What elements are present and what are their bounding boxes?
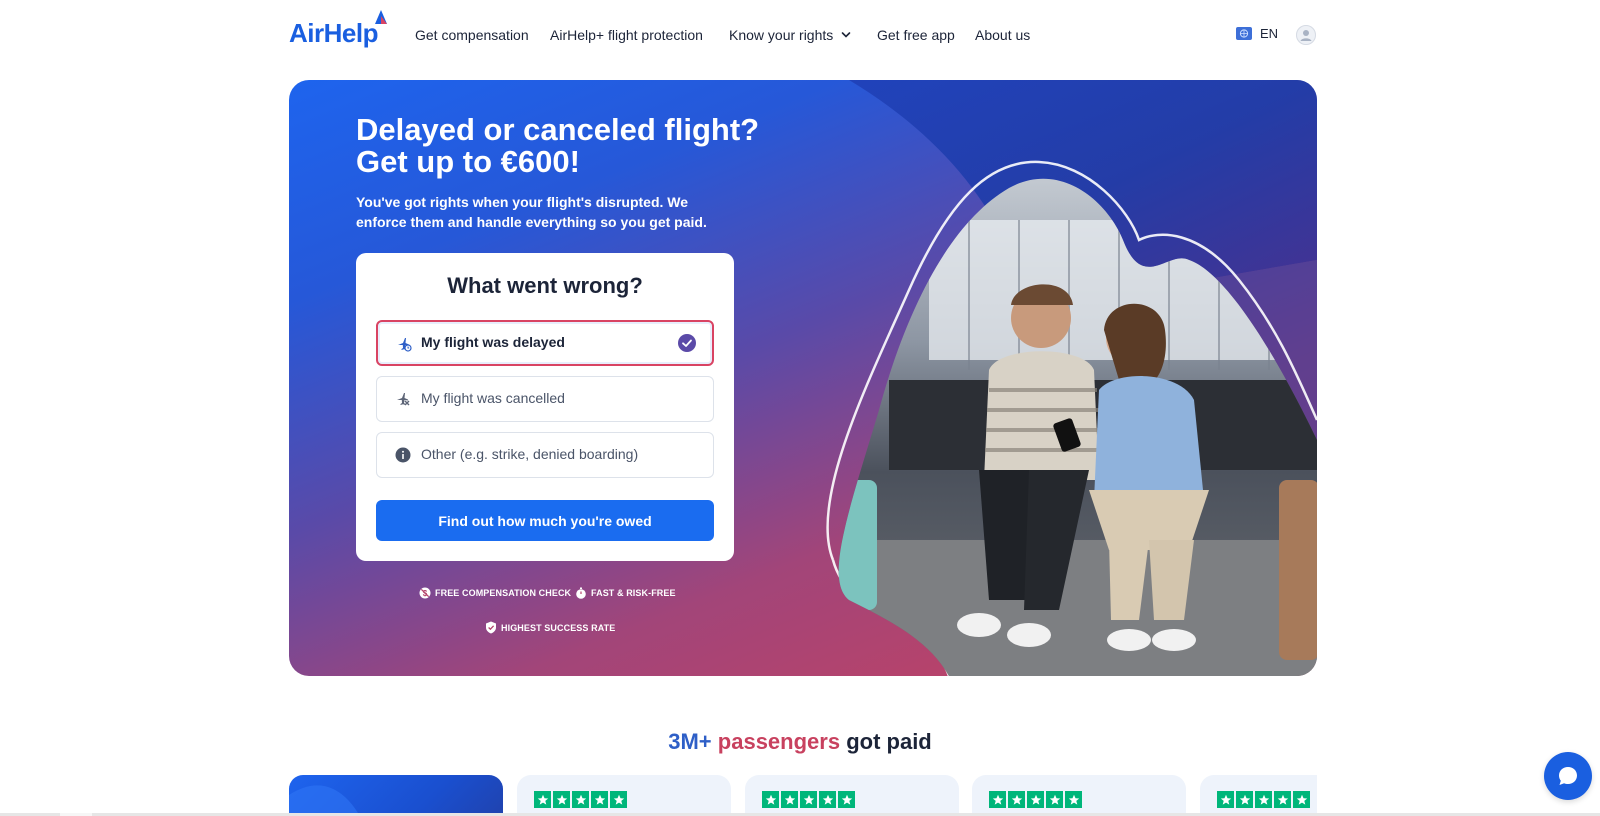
check-circle-icon	[678, 334, 696, 352]
find-out-owed-button[interactable]: Find out how much you're owed	[376, 500, 714, 541]
badge-fast-risk-free: FAST & RISK-FREE	[575, 587, 676, 599]
trustpilot-stars	[989, 791, 1082, 808]
nav-know-your-rights[interactable]: Know your rights	[729, 25, 833, 45]
chat-button[interactable]	[1544, 752, 1592, 800]
star-icon	[1008, 791, 1025, 808]
star-icon	[1046, 791, 1063, 808]
option-other[interactable]: Other (e.g. strike, denied boarding)	[376, 432, 714, 478]
star-icon	[838, 791, 855, 808]
badge-label: HIGHEST SUCCESS RATE	[501, 622, 616, 633]
chat-bubble-icon	[1559, 767, 1577, 785]
user-icon	[1296, 25, 1316, 45]
star-icon	[1255, 791, 1272, 808]
language-selector[interactable]: EN	[1236, 26, 1278, 41]
hero-title-line1: Delayed or canceled flight?	[356, 112, 760, 147]
logo-wordmark: AirHelp	[289, 18, 378, 48]
star-icon	[610, 791, 627, 808]
option-label: My flight was cancelled	[421, 390, 565, 406]
star-icon	[534, 791, 551, 808]
option-flight-cancelled[interactable]: My flight was cancelled	[376, 376, 714, 422]
badge-free-check: $ FREE COMPENSATION CHECK	[419, 587, 571, 599]
star-icon	[1293, 791, 1310, 808]
star-icon	[1236, 791, 1253, 808]
star-icon	[762, 791, 779, 808]
review-card[interactable]	[1200, 775, 1317, 816]
hero-title-line2: Get up to €600!	[356, 144, 580, 179]
star-icon	[989, 791, 1006, 808]
nav-about-us[interactable]: About us	[975, 25, 1030, 45]
review-card[interactable]	[972, 775, 1186, 816]
info-icon	[395, 447, 411, 463]
review-card[interactable]	[517, 775, 731, 816]
logo-sail-icon	[375, 10, 387, 24]
star-icon	[800, 791, 817, 808]
chevron-down-icon[interactable]	[840, 29, 852, 41]
star-icon	[1065, 791, 1082, 808]
plane-delay-icon	[398, 338, 412, 352]
user-account-button[interactable]	[1296, 25, 1316, 45]
heading-count: 3M+	[668, 729, 712, 754]
nav-get-compensation[interactable]: Get compensation	[415, 25, 529, 45]
airhelp-logo[interactable]: AirHelp	[289, 10, 387, 48]
option-label: Other (e.g. strike, denied boarding)	[421, 446, 639, 462]
trustpilot-stars	[534, 791, 627, 808]
review-card-feature[interactable]	[289, 775, 503, 816]
heading-passengers: passengers	[717, 729, 841, 754]
claim-form-card: What went wrong? My flight was delayed M…	[356, 253, 734, 561]
badge-success-rate: HIGHEST SUCCESS RATE	[485, 621, 615, 634]
hero-subtitle: You've got rights when your flight's dis…	[356, 194, 707, 230]
globe-flag-icon	[1236, 27, 1252, 40]
star-icon	[781, 791, 798, 808]
review-card[interactable]	[745, 775, 959, 816]
hero-title: Delayed or canceled flight? Get up to €6…	[356, 114, 759, 178]
heading-got-paid: got paid	[846, 729, 932, 754]
stopwatch-icon	[576, 587, 586, 599]
trustpilot-stars	[1217, 791, 1310, 808]
star-icon	[591, 791, 608, 808]
nav-get-free-app[interactable]: Get free app	[877, 25, 955, 45]
card-decoration	[289, 785, 360, 816]
star-icon	[1217, 791, 1234, 808]
site-header: AirHelp Get compensation AirHelp+ flight…	[0, 0, 1600, 72]
star-icon	[1027, 791, 1044, 808]
option-label: My flight was delayed	[421, 334, 565, 350]
badge-label: FAST & RISK-FREE	[591, 588, 676, 598]
language-code: EN	[1260, 26, 1279, 41]
star-icon	[572, 791, 589, 808]
option-flight-delayed[interactable]: My flight was delayed	[376, 320, 714, 366]
card-title: What went wrong?	[447, 273, 643, 298]
star-icon	[553, 791, 570, 808]
no-fee-icon: $	[419, 587, 431, 599]
trustpilot-stars	[762, 791, 855, 808]
shield-check-icon	[486, 621, 496, 634]
star-icon	[819, 791, 836, 808]
nav-airhelp-plus[interactable]: AirHelp+ flight protection	[550, 25, 703, 45]
hero-banner: Delayed or canceled flight? Get up to €6…	[289, 80, 1317, 676]
badge-label: FREE COMPENSATION CHECK	[435, 588, 572, 598]
plane-cancel-icon	[397, 393, 410, 406]
passengers-paid-heading: 3M+ passengers got paid	[0, 728, 1600, 756]
star-icon	[1274, 791, 1291, 808]
